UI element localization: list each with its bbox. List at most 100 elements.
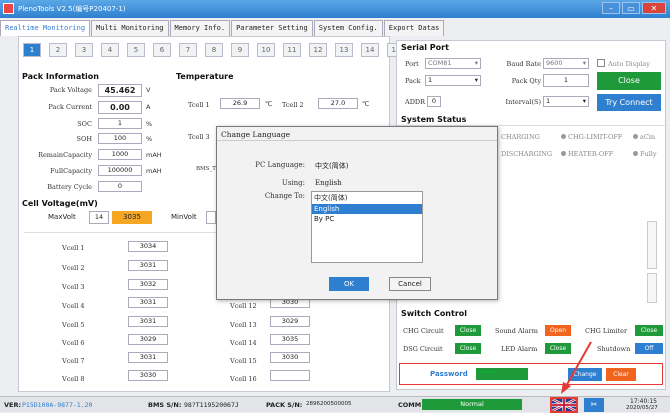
pack-current-unit: A xyxy=(146,103,151,111)
clock-date: 2020/05/27 xyxy=(626,405,658,411)
cancel-button[interactable]: Cancel xyxy=(389,277,431,291)
chevron-down-icon: ▾ xyxy=(582,97,586,105)
dialog-title: Change Language xyxy=(217,127,497,141)
vcell-2-value: 3031 xyxy=(128,260,168,271)
pack-voltage-value: 45.462 xyxy=(98,84,142,97)
pack-qty-label: Pack Qty xyxy=(511,77,541,85)
status-charging: CHARGING xyxy=(501,133,540,141)
status-fully: Fully xyxy=(633,150,657,158)
close-button[interactable]: Close xyxy=(597,72,661,90)
shutdown-button[interactable]: Off xyxy=(635,343,663,354)
tab-realtime-monitoring[interactable]: Realtime Monitoring xyxy=(0,20,91,36)
pack-tab-10[interactable]: 10 xyxy=(257,43,275,57)
window-title: PlenoTools V2.5(编号P20407-1) xyxy=(18,5,126,13)
interval-select[interactable]: 1 ▾ xyxy=(543,96,589,107)
pack-voltage-label: Pack Voltage xyxy=(49,86,92,94)
serial-port-title: Serial Port xyxy=(401,43,449,52)
pack-tab-13[interactable]: 13 xyxy=(335,43,353,57)
chg-circuit-button[interactable]: Close xyxy=(455,325,481,336)
status-scrollbar-2[interactable] xyxy=(647,273,657,303)
pack-tab-14[interactable]: 14 xyxy=(361,43,379,57)
language-listbox[interactable]: 中文(简体) English By PC xyxy=(311,191,423,263)
chevron-down-icon: ▾ xyxy=(474,76,478,84)
comm-status: Normal xyxy=(422,399,522,410)
vcell-16-value xyxy=(270,370,310,381)
dsg-circuit-button[interactable]: Close xyxy=(455,343,481,354)
tab-system-config[interactable]: System Config. xyxy=(313,20,383,36)
pack-tab-2[interactable]: 2 xyxy=(49,43,67,57)
vcell-6-label: Vcell 6 xyxy=(62,339,85,347)
settings-tool-icon[interactable]: ✂ xyxy=(584,398,604,412)
language-option-by-pc[interactable]: By PC xyxy=(312,214,422,224)
try-connect-button[interactable]: Try Connect xyxy=(597,94,661,111)
status-acin-text: aCin xyxy=(640,133,656,141)
language-option-english[interactable]: English xyxy=(312,204,422,214)
vcell-4-label: Vcell 4 xyxy=(62,302,85,310)
cell-voltage-title: Cell Voltage(mV) xyxy=(22,199,98,208)
pc-language-label: PC Language: xyxy=(255,161,305,169)
baud-rate-select[interactable]: 9600 ▾ xyxy=(543,58,589,69)
pack-voltage-unit: V xyxy=(146,86,151,94)
tab-memory-info[interactable]: Memory Info. xyxy=(169,20,231,36)
main-tabs: Realtime Monitoring Multi Monitoring Mem… xyxy=(0,20,490,36)
clock-time: 17:40:15 xyxy=(630,398,657,405)
shutdown-label: Shutdown xyxy=(597,345,631,353)
password-input[interactable]: ****** xyxy=(476,368,528,380)
vcell-1-label: Vcell 1 xyxy=(62,244,85,252)
vcell-8-value: 3030 xyxy=(128,370,168,381)
language-option-chinese[interactable]: 中文(简体) xyxy=(312,192,422,204)
language-flag-button[interactable] xyxy=(550,397,578,413)
tcell2-label: Tcell 2 xyxy=(282,101,304,109)
vcell-16-label: Vcell 16 xyxy=(230,375,257,383)
tcell1-value: 26.9 xyxy=(220,98,260,109)
tab-export-datas[interactable]: Export Datas xyxy=(383,20,445,36)
pack-tab-7[interactable]: 7 xyxy=(179,43,197,57)
annotation-arrow-icon xyxy=(561,341,592,394)
dsg-circuit-label: DSG Circuit xyxy=(403,345,443,353)
vcell-14-label: Vcell 14 xyxy=(230,339,257,347)
pack-tab-1[interactable]: 1 xyxy=(23,43,41,57)
pack-tab-12[interactable]: 12 xyxy=(309,43,327,57)
vcell-15-value: 3030 xyxy=(270,352,310,363)
sound-alarm-button[interactable]: Open xyxy=(545,325,571,336)
status-acin: aCin xyxy=(633,133,655,141)
addr-input[interactable]: 0 xyxy=(427,96,441,107)
status-bar: VER: P15D100A-9877-1.20 BMS S/N: 98?T119… xyxy=(0,396,670,413)
status-dot-icon xyxy=(633,151,638,156)
full-capacity-label: FullCapacity xyxy=(50,167,92,175)
pack-tab-5[interactable]: 5 xyxy=(127,43,145,57)
pack-qty-input[interactable]: 1 xyxy=(543,74,589,87)
chg-limiter-button[interactable]: Close xyxy=(635,325,663,336)
min-volt-label: MinVolt xyxy=(171,213,197,221)
tab-multi-monitoring[interactable]: Multi Monitoring xyxy=(91,20,169,36)
status-fully-text: Fully xyxy=(640,150,657,158)
pack-tab-6[interactable]: 6 xyxy=(153,43,171,57)
pack-tab-11[interactable]: 11 xyxy=(283,43,301,57)
tab-parameter-setting[interactable]: Parameter Setting xyxy=(231,20,313,36)
pack-info-title: Pack Information xyxy=(22,72,99,81)
ver-label: VER: xyxy=(4,401,22,409)
auto-display-checkbox[interactable] xyxy=(597,59,605,67)
vcell-14-value: 3035 xyxy=(270,334,310,345)
pack-tab-3[interactable]: 3 xyxy=(75,43,93,57)
status-chg-limit: CHG-LIMIT-OFF xyxy=(561,133,622,141)
vcell-13-value: 3029 xyxy=(270,316,310,327)
minimize-icon[interactable]: – xyxy=(602,2,620,14)
status-scrollbar-1[interactable] xyxy=(647,221,657,269)
pack-select[interactable]: 1 ▾ xyxy=(425,75,481,86)
close-icon[interactable]: ✕ xyxy=(642,2,666,14)
ok-button[interactable]: OK xyxy=(329,277,369,291)
clear-password-button[interactable]: Clear xyxy=(606,368,636,381)
pack-tab-4[interactable]: 4 xyxy=(101,43,119,57)
temperature-title: Temperature xyxy=(176,72,234,81)
pack-tab-8[interactable]: 8 xyxy=(205,43,223,57)
port-select[interactable]: COM81 ▾ xyxy=(425,58,481,69)
bms-sn-value: 98?T119520067J xyxy=(184,401,239,409)
pack-tab-9[interactable]: 9 xyxy=(231,43,249,57)
status-dot-icon xyxy=(561,151,566,156)
using-value: English xyxy=(315,179,342,187)
vcell-3-value: 3032 xyxy=(128,279,168,290)
system-status-title: System Status xyxy=(401,115,467,124)
maximize-icon[interactable]: ▭ xyxy=(622,2,640,14)
pack-select-value: 1 xyxy=(428,76,433,84)
